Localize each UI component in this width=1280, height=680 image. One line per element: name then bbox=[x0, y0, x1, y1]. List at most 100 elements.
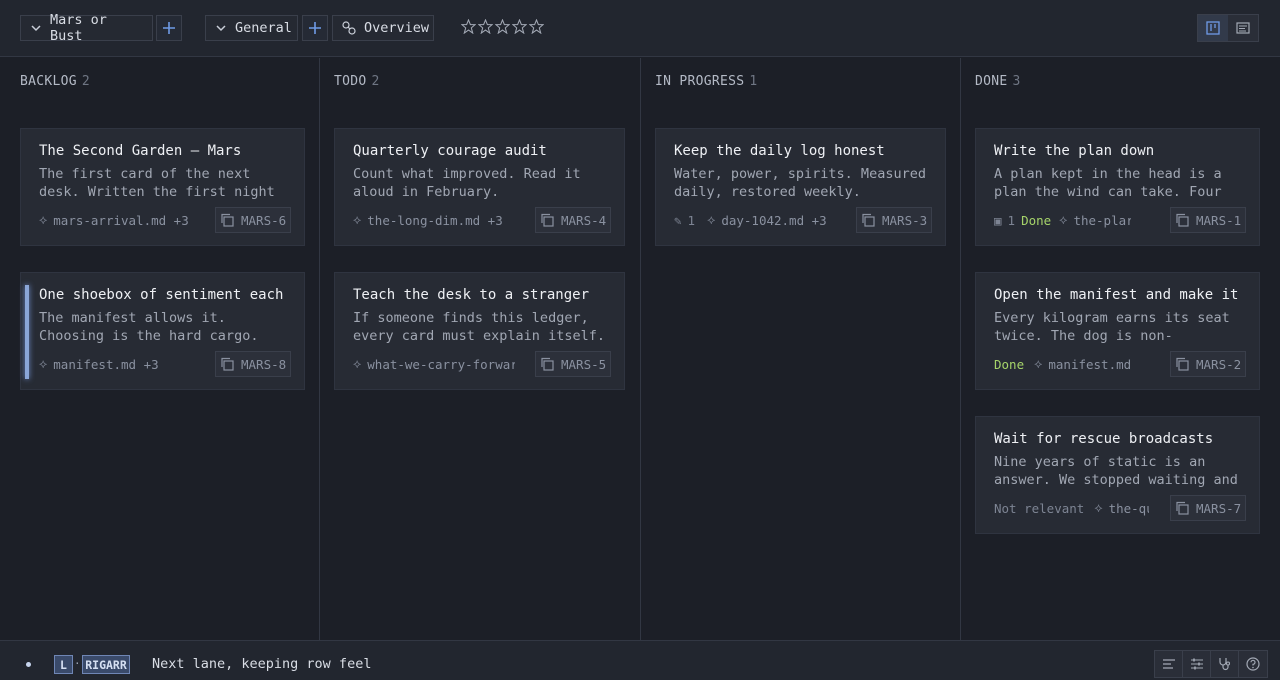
status-message: Next lane, keeping row feel bbox=[152, 656, 372, 672]
board-selector[interactable]: General bbox=[205, 15, 298, 41]
link-diamond-icon: ⟡ bbox=[39, 212, 48, 227]
star-icon[interactable] bbox=[478, 19, 493, 34]
linked-files[interactable]: manifest.md bbox=[1048, 357, 1131, 372]
copy-id-button[interactable]: MARS-3 bbox=[856, 207, 933, 233]
project-name: Mars or Bust bbox=[50, 12, 107, 44]
card-title: One shoebox of sentiment each bbox=[39, 287, 284, 303]
lane-title: IN PROGRESS bbox=[655, 74, 745, 89]
linked-files[interactable]: the-plar bbox=[1073, 213, 1131, 228]
board-name: General bbox=[235, 20, 292, 36]
linked-files[interactable]: the-qu bbox=[1109, 501, 1149, 516]
lane-header: IN PROGRESS 1 bbox=[655, 74, 758, 89]
card-description: A plan kept in the head is a plan the wi… bbox=[994, 166, 1222, 200]
status-badge: Done bbox=[994, 356, 1025, 372]
status-bar: L · RIGARR Next lane, keeping row feel bbox=[0, 640, 1280, 680]
star-icon[interactable] bbox=[529, 19, 544, 34]
key-separator: · bbox=[74, 657, 81, 670]
link-diamond-icon: ⟡ bbox=[1059, 212, 1068, 227]
plus-icon bbox=[309, 22, 321, 34]
status-badge: Done bbox=[1021, 212, 1052, 228]
card-mars-7[interactable]: Wait for rescue broadcasts Nine years of… bbox=[975, 416, 1260, 534]
card-description: Count what improved. Read it aloud in Fe… bbox=[353, 166, 581, 200]
linked-files[interactable]: day-1042.md +3 bbox=[721, 213, 826, 228]
copy-id-button[interactable]: MARS-4 bbox=[535, 207, 612, 233]
link-diamond-icon: ⟡ bbox=[707, 212, 716, 227]
copy-icon bbox=[1176, 357, 1189, 371]
card-title: The Second Garden — Mars bbox=[39, 143, 242, 159]
linked-files[interactable]: manifest.md +3 bbox=[53, 357, 158, 372]
card-title: Write the plan down bbox=[994, 143, 1155, 159]
overview-button[interactable]: Overview bbox=[332, 15, 434, 41]
card-mars-2[interactable]: Open the manifest and make it Every kilo… bbox=[975, 272, 1260, 390]
copy-id-button[interactable]: MARS-2 bbox=[1170, 351, 1247, 377]
linked-files[interactable]: mars-arrival.md +3 bbox=[53, 213, 188, 228]
card-id: MARS-6 bbox=[241, 212, 287, 228]
help-button[interactable] bbox=[1239, 651, 1267, 677]
card-mars-6[interactable]: The Second Garden — Mars The first card … bbox=[20, 128, 305, 246]
sliders-icon bbox=[1190, 658, 1203, 670]
document-icon bbox=[1236, 22, 1250, 34]
lane-backlog: BACKLOG 2 The Second Garden — Mars The fi… bbox=[0, 58, 320, 640]
copy-id-button[interactable]: MARS-5 bbox=[535, 351, 612, 377]
status-badge: Not relevant bbox=[994, 500, 1085, 516]
card-mars-8[interactable]: One shoebox of sentiment each The manife… bbox=[20, 272, 305, 390]
lane-title: BACKLOG bbox=[20, 74, 77, 89]
card-meta: ⟡ manifest.md +3 bbox=[39, 351, 159, 377]
lane-count: 3 bbox=[1012, 74, 1021, 89]
copy-id-button[interactable]: MARS-1 bbox=[1170, 207, 1247, 233]
settings-button[interactable] bbox=[1183, 651, 1211, 677]
lane-todo: TODO 2 Quarterly courage audit Count what… bbox=[320, 58, 641, 640]
card-meta: ⟡ what-we-carry-forwar bbox=[353, 351, 515, 377]
project-selector[interactable]: Mars or Bust bbox=[20, 12, 153, 44]
lane-title: DONE bbox=[975, 74, 1008, 89]
link-diamond-icon: ⟡ bbox=[1034, 356, 1043, 371]
linked-files[interactable]: the-long-dim.md +3 bbox=[367, 213, 502, 228]
card-mars-1[interactable]: Write the plan down A plan kept in the h… bbox=[975, 128, 1260, 246]
copy-icon bbox=[862, 213, 875, 227]
checklist-count: 1 bbox=[1007, 212, 1016, 228]
link-diamond-icon: ⟡ bbox=[353, 212, 362, 227]
link-diamond-icon: ⟡ bbox=[353, 356, 362, 371]
card-title: Keep the daily log honest bbox=[674, 143, 885, 159]
stethoscope-icon bbox=[1218, 658, 1230, 671]
key-hint: RIGARR bbox=[82, 655, 130, 674]
copy-id-button[interactable]: MARS-7 bbox=[1170, 495, 1247, 521]
copy-id-button[interactable]: MARS-8 bbox=[215, 351, 292, 377]
card-meta: ⟡ mars-arrival.md +3 bbox=[39, 207, 189, 233]
pencil-icon: ✎ bbox=[674, 212, 682, 228]
copy-id-button[interactable]: MARS-6 bbox=[215, 207, 292, 233]
chevron-down-icon bbox=[31, 25, 41, 32]
lane-header: BACKLOG 2 bbox=[20, 74, 90, 89]
copy-icon bbox=[541, 213, 554, 227]
linked-files[interactable]: what-we-carry-forwar bbox=[367, 357, 515, 372]
card-mars-5[interactable]: Teach the desk to a stranger If someone … bbox=[334, 272, 625, 390]
copy-icon bbox=[221, 213, 234, 227]
plus-icon bbox=[163, 22, 175, 34]
card-mars-4[interactable]: Quarterly courage audit Count what impro… bbox=[334, 128, 625, 246]
link-diamond-icon: ⟡ bbox=[39, 356, 48, 371]
status-dot-icon bbox=[26, 662, 31, 667]
card-id: MARS-2 bbox=[1196, 356, 1242, 372]
star-icon[interactable] bbox=[512, 19, 527, 34]
card-id: MARS-3 bbox=[882, 212, 928, 228]
star-icon[interactable] bbox=[495, 19, 510, 34]
add-project-button[interactable] bbox=[156, 15, 182, 41]
card-description: Water, power, spirits. Measured daily, r… bbox=[674, 166, 926, 200]
card-description: If someone finds this ledger, every card… bbox=[353, 310, 605, 344]
star-icon[interactable] bbox=[461, 19, 476, 34]
card-title: Wait for rescue broadcasts bbox=[994, 431, 1214, 447]
card-mars-3[interactable]: Keep the daily log honest Water, power, … bbox=[655, 128, 946, 246]
align-button[interactable] bbox=[1155, 651, 1183, 677]
card-description: The manifest allows it. Choosing is the … bbox=[39, 310, 259, 344]
rating-stars[interactable] bbox=[461, 19, 544, 34]
top-toolbar: Mars or Bust General Overview bbox=[0, 0, 1280, 57]
card-description: The first card of the next desk. Written… bbox=[39, 166, 275, 200]
lane-done: DONE 3 Write the plan down A plan kept in… bbox=[961, 58, 1280, 640]
edit-count: 1 bbox=[687, 212, 696, 228]
card-title: Teach the desk to a stranger bbox=[353, 287, 590, 303]
add-board-button[interactable] bbox=[302, 15, 328, 41]
document-view-button[interactable] bbox=[1228, 15, 1258, 41]
board-view-button[interactable] bbox=[1198, 15, 1228, 41]
lane-count: 2 bbox=[371, 74, 380, 89]
health-button[interactable] bbox=[1211, 651, 1239, 677]
